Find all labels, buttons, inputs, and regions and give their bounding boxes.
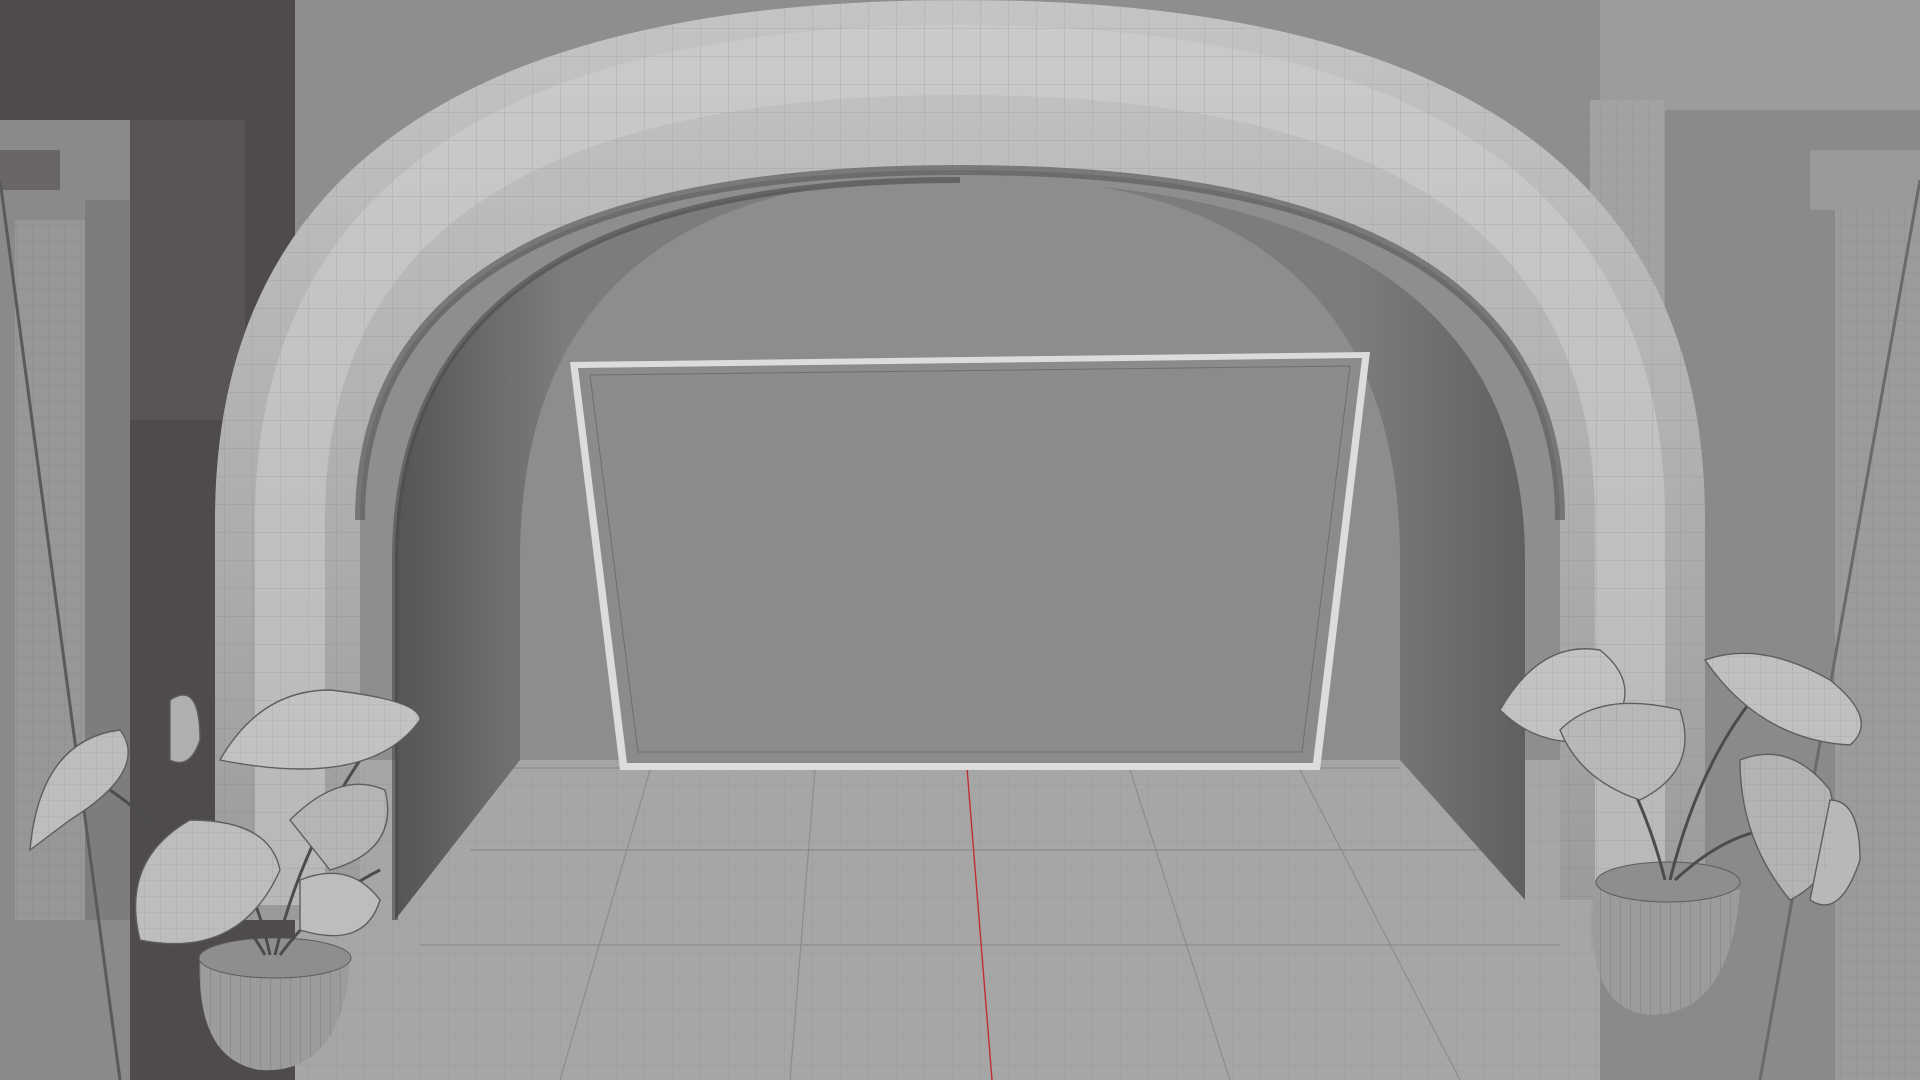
wall-panel (570, 352, 1370, 770)
3d-viewport[interactable] (0, 0, 1920, 1080)
